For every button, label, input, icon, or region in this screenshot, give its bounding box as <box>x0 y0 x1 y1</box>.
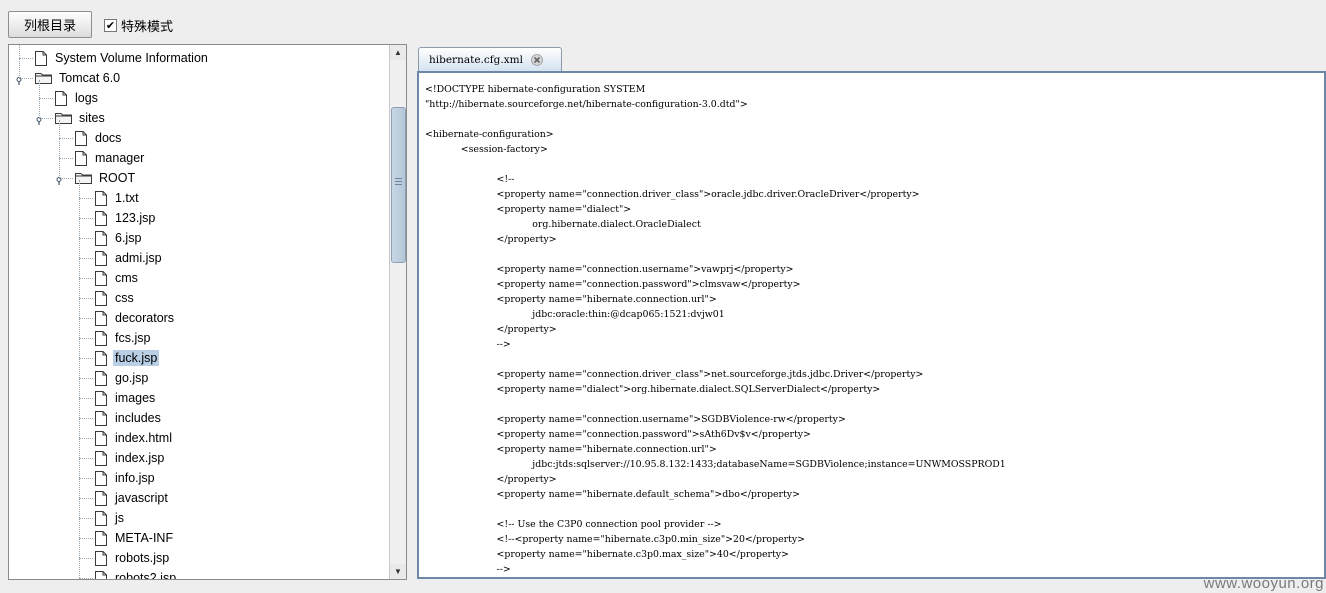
tree-item[interactable]: decorators <box>95 308 176 328</box>
code-editor[interactable]: <!DOCTYPE hibernate-configuration SYSTEM… <box>417 71 1326 579</box>
editor-tab-bar: hibernate.cfg.xml <box>415 44 1326 71</box>
tab-label: hibernate.cfg.xml <box>429 53 523 66</box>
file-icon <box>55 90 67 106</box>
tree-item[interactable]: robots2.jsp <box>95 568 178 580</box>
tree-item-label: index.jsp <box>115 451 165 465</box>
tree-item[interactable]: System Volume Information <box>35 48 210 68</box>
tab-hibernate-cfg-xml[interactable]: hibernate.cfg.xml <box>418 47 562 71</box>
list-root-directory-button[interactable]: 列根目录 <box>8 11 92 38</box>
tree-item-label: fcs.jsp <box>115 331 151 345</box>
file-icon <box>95 530 107 546</box>
file-icon <box>95 210 107 226</box>
special-mode-checkbox[interactable]: ✔ <box>104 18 117 32</box>
tree-item[interactable]: cms <box>95 268 140 288</box>
tree-item-label: ROOT <box>99 171 136 185</box>
file-icon <box>95 510 107 526</box>
toolbar: 列根目录 ✔ 特殊模式 <box>0 0 1326 44</box>
tree-item-label: cms <box>115 271 138 285</box>
tree-item[interactable]: robots.jsp <box>95 548 171 568</box>
tree-item[interactable]: css <box>95 288 136 308</box>
file-icon <box>95 310 107 326</box>
tree-item-label: fuck.jsp <box>113 350 160 366</box>
close-tab-icon[interactable] <box>531 53 543 66</box>
tree-item[interactable]: 123.jsp <box>95 208 157 228</box>
tree-item-label: index.html <box>115 431 172 445</box>
file-icon <box>95 270 107 286</box>
tree-item-label: images <box>115 391 156 405</box>
special-mode-label: 特殊模式 <box>121 19 174 35</box>
tree-item[interactable]: 6.jsp <box>95 228 143 248</box>
file-icon <box>95 550 107 566</box>
tree-vertical-scrollbar[interactable]: ▲ ▼ <box>389 45 406 579</box>
tree-item[interactable]: manager <box>75 148 146 168</box>
tree-item[interactable]: fcs.jsp <box>95 328 152 348</box>
file-tree-panel: System Volume Information Tomcat 6.0 logs s… <box>8 44 407 580</box>
file-content[interactable]: <!DOCTYPE hibernate-configuration SYSTEM… <box>425 82 1006 577</box>
file-icon <box>35 50 47 66</box>
tree-item[interactable]: fuck.jsp <box>95 348 160 368</box>
tree-item-label: manager <box>95 151 145 165</box>
tree-item[interactable]: index.html <box>95 428 174 448</box>
file-icon <box>95 330 107 346</box>
file-icon <box>95 410 107 426</box>
tree-item-label: docs <box>95 131 122 145</box>
tree-item[interactable]: go.jsp <box>95 368 150 388</box>
tree-item-label: 123.jsp <box>115 211 156 225</box>
tree-item-label: info.jsp <box>115 471 155 485</box>
file-icon <box>95 390 107 406</box>
folder-icon <box>35 73 52 84</box>
tree-item-label: decorators <box>115 311 175 325</box>
tree-item-label: META-INF <box>115 531 174 545</box>
file-icon <box>95 230 107 246</box>
scrollbar-thumb[interactable] <box>391 107 406 263</box>
tree-item-label: js <box>115 511 125 525</box>
tree-item[interactable]: docs <box>75 128 123 148</box>
tree-item-label: 6.jsp <box>115 231 142 245</box>
file-icon <box>95 490 107 506</box>
tree-item-label: admi.jsp <box>115 251 162 265</box>
tree-item-label: includes <box>115 411 161 425</box>
tree-item-label: sites <box>79 111 105 125</box>
tree-item[interactable]: sites <box>55 108 107 128</box>
tree-item[interactable]: logs <box>55 88 100 108</box>
tree-item-label: go.jsp <box>115 371 149 385</box>
scroll-up-arrow-icon[interactable]: ▲ <box>390 45 406 60</box>
tree-item-label: logs <box>75 91 98 105</box>
tree-item-label: 1.txt <box>115 191 139 205</box>
tree-item-label: javascript <box>115 491 168 505</box>
tree-item[interactable]: index.jsp <box>95 448 166 468</box>
file-icon <box>95 370 107 386</box>
file-icon <box>95 450 107 466</box>
file-icon <box>95 190 107 206</box>
file-icon <box>95 470 107 486</box>
tree-item[interactable]: js <box>95 508 126 528</box>
tree-item[interactable]: META-INF <box>95 528 175 548</box>
file-icon <box>95 430 107 446</box>
tree-item-label: css <box>115 291 134 305</box>
special-mode-toggle[interactable]: ✔ 特殊模式 <box>104 17 174 35</box>
tree-item-label: robots.jsp <box>115 551 170 565</box>
tree-item-label: robots2.jsp <box>115 571 177 580</box>
tree-item[interactable]: javascript <box>95 488 170 508</box>
file-icon <box>95 290 107 306</box>
tree-item[interactable]: Tomcat 6.0 <box>35 68 122 88</box>
tree-item[interactable]: images <box>95 388 157 408</box>
tree-item[interactable]: admi.jsp <box>95 248 164 268</box>
file-icon <box>95 250 107 266</box>
file-icon <box>75 150 87 166</box>
folder-icon <box>55 113 72 124</box>
tree-item[interactable]: includes <box>95 408 163 428</box>
file-icon <box>75 130 87 146</box>
tree-item[interactable]: info.jsp <box>95 468 157 488</box>
tree-item[interactable]: ROOT <box>75 168 137 188</box>
file-icon <box>95 570 107 579</box>
scroll-down-arrow-icon[interactable]: ▼ <box>390 564 406 579</box>
split-pane-divider[interactable] <box>407 44 415 580</box>
file-icon <box>95 350 107 366</box>
tree-item-label: System Volume Information <box>55 51 208 65</box>
tree-item-label: Tomcat 6.0 <box>59 71 121 85</box>
tree-item[interactable]: 1.txt <box>95 188 141 208</box>
watermark: www.wooyun.org <box>1203 575 1324 592</box>
folder-icon <box>75 173 92 184</box>
